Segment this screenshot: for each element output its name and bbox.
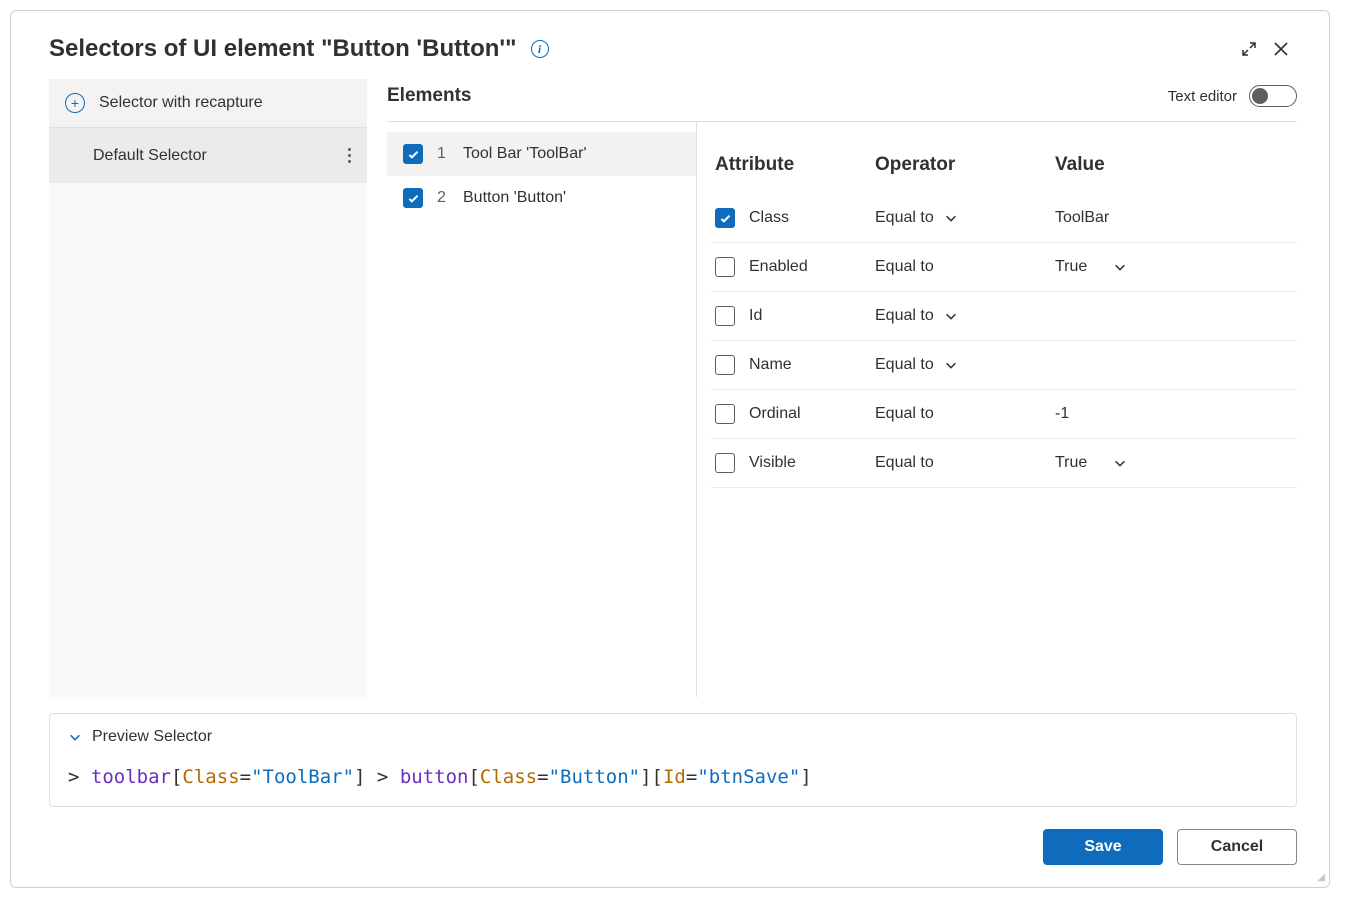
attribute-row: Name Equal to — [711, 341, 1297, 390]
attribute-name: Id — [749, 307, 762, 325]
code-token: > — [68, 766, 91, 788]
attribute-row: Visible Equal to True — [711, 439, 1297, 488]
sidebar-item-label: Default Selector — [93, 147, 207, 165]
operator-value: Equal to — [875, 454, 934, 472]
chevron-down-icon — [944, 211, 958, 225]
dialog-title: Selectors of UI element "Button 'Button'… — [49, 35, 517, 63]
text-editor-toggle[interactable] — [1249, 85, 1297, 107]
attributes-panel: Attribute Operator Value Class Equal to To… — [697, 122, 1297, 697]
close-icon[interactable] — [1265, 33, 1297, 65]
dialog-header: Selectors of UI element "Button 'Button'… — [11, 11, 1329, 79]
preview-label: Preview Selector — [92, 728, 212, 746]
elements-list: 1 Tool Bar 'ToolBar' 2 Button 'Button' — [387, 122, 697, 697]
value-cell[interactable]: ToolBar — [1055, 209, 1293, 227]
operator-dropdown[interactable]: Equal to — [875, 405, 1055, 423]
attribute-name: Ordinal — [749, 405, 801, 423]
attribute-checkbox[interactable] — [715, 208, 735, 228]
cancel-button[interactable]: Cancel — [1177, 829, 1297, 865]
attribute-name: Class — [749, 209, 789, 227]
operator-dropdown[interactable]: Equal to — [875, 209, 1055, 227]
attribute-value: ToolBar — [1055, 209, 1109, 227]
col-operator: Operator — [875, 154, 1055, 176]
preview-toggle[interactable]: Preview Selector — [68, 728, 1278, 746]
code-token: ][ — [640, 766, 663, 788]
code-token: Class — [182, 766, 239, 788]
operator-value: Equal to — [875, 209, 934, 227]
col-attribute: Attribute — [715, 154, 875, 176]
chevron-down-icon — [68, 730, 82, 744]
code-token: Class — [480, 766, 537, 788]
chevron-down-icon — [944, 358, 958, 372]
info-icon[interactable]: i — [531, 40, 549, 58]
operator-value: Equal to — [875, 258, 934, 276]
operator-dropdown[interactable]: Equal to — [875, 258, 1055, 276]
attribute-value: True — [1055, 454, 1087, 472]
code-token: "btnSave" — [697, 766, 800, 788]
operator-value: Equal to — [875, 307, 934, 325]
code-token: ] — [354, 766, 365, 788]
sidebar-item-default-selector[interactable]: Default Selector — [49, 128, 367, 183]
expand-icon[interactable] — [1233, 33, 1265, 65]
chevron-down-icon — [1113, 456, 1127, 470]
element-item[interactable]: 1 Tool Bar 'ToolBar' — [387, 132, 696, 176]
kebab-icon[interactable] — [344, 144, 355, 167]
element-label: Tool Bar 'ToolBar' — [463, 145, 587, 163]
chevron-down-icon — [1113, 260, 1127, 274]
code-token: = — [537, 766, 548, 788]
plus-icon: + — [65, 93, 85, 113]
preview-selector-panel: Preview Selector > toolbar[Class="ToolBa… — [49, 713, 1297, 807]
code-token: toolbar — [91, 766, 171, 788]
code-token: = — [240, 766, 251, 788]
toggle-knob — [1252, 88, 1268, 104]
chevron-down-icon — [944, 309, 958, 323]
attribute-checkbox[interactable] — [715, 257, 735, 277]
save-button[interactable]: Save — [1043, 829, 1163, 865]
element-checkbox[interactable] — [403, 144, 423, 164]
element-index: 1 — [437, 145, 449, 163]
code-token: "Button" — [549, 766, 641, 788]
add-selector-label: Selector with recapture — [99, 94, 263, 112]
element-checkbox[interactable] — [403, 188, 423, 208]
attribute-row: Id Equal to — [711, 292, 1297, 341]
attribute-name: Enabled — [749, 258, 808, 276]
selector-dialog: Selectors of UI element "Button 'Button'… — [10, 10, 1330, 888]
attribute-checkbox[interactable] — [715, 355, 735, 375]
element-item[interactable]: 2 Button 'Button' — [387, 176, 696, 220]
text-editor-label: Text editor — [1168, 88, 1237, 105]
value-cell[interactable]: -1 — [1055, 405, 1293, 423]
attribute-name: Name — [749, 356, 792, 374]
preview-code: > toolbar[Class="ToolBar"] > button[Clas… — [68, 766, 1278, 788]
element-label: Button 'Button' — [463, 189, 566, 207]
code-token: [ — [468, 766, 479, 788]
code-token: Id — [663, 766, 686, 788]
col-value: Value — [1055, 154, 1293, 176]
code-token: = — [686, 766, 697, 788]
code-token: [ — [171, 766, 182, 788]
value-cell[interactable]: True — [1055, 454, 1293, 472]
attribute-value: -1 — [1055, 405, 1069, 423]
value-cell[interactable]: True — [1055, 258, 1293, 276]
attribute-row: Class Equal to ToolBar — [711, 194, 1297, 243]
attribute-checkbox[interactable] — [715, 306, 735, 326]
elements-heading: Elements — [387, 85, 471, 107]
selector-sidebar: + Selector with recapture Default Select… — [49, 79, 367, 697]
attribute-value: True — [1055, 258, 1087, 276]
operator-value: Equal to — [875, 356, 934, 374]
element-index: 2 — [437, 189, 449, 207]
attribute-checkbox[interactable] — [715, 404, 735, 424]
code-token: "ToolBar" — [251, 766, 354, 788]
add-selector-button[interactable]: + Selector with recapture — [49, 79, 367, 128]
code-token: button — [400, 766, 469, 788]
operator-value: Equal to — [875, 405, 934, 423]
attribute-row: Enabled Equal to True — [711, 243, 1297, 292]
attribute-name: Visible — [749, 454, 796, 472]
code-token: ] — [800, 766, 811, 788]
operator-dropdown[interactable]: Equal to — [875, 356, 1055, 374]
attribute-row: Ordinal Equal to -1 — [711, 390, 1297, 439]
operator-dropdown[interactable]: Equal to — [875, 307, 1055, 325]
operator-dropdown[interactable]: Equal to — [875, 454, 1055, 472]
code-token: > — [365, 766, 399, 788]
attribute-checkbox[interactable] — [715, 453, 735, 473]
